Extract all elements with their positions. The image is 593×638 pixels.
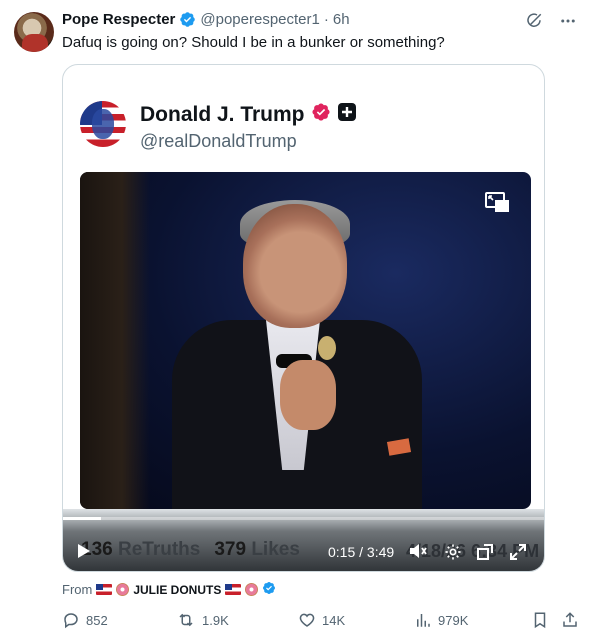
author-name[interactable]: Pope Respecter <box>62 11 175 28</box>
source-prefix: From <box>62 582 93 597</box>
play-icon[interactable] <box>77 543 91 564</box>
us-flag-icon <box>96 584 113 595</box>
grok-icon[interactable] <box>525 12 543 30</box>
post-time[interactable]: 6h <box>333 11 350 28</box>
control-row: 4/18/26 6:34 PM 0:15 / 3:49 <box>73 539 539 563</box>
volume-icon[interactable] <box>409 543 427 559</box>
embed-author: Donald J. Trump <box>140 102 357 128</box>
action-bar: 852 1.9K 14K 979K <box>62 611 582 633</box>
top-actions <box>525 12 577 30</box>
repost-icon <box>176 611 196 629</box>
video-scrubber[interactable] <box>63 517 544 520</box>
truth-verified-icon <box>311 102 331 128</box>
embed-avatar <box>80 101 126 147</box>
elapsed-time: 0:15 <box>328 544 356 560</box>
source-line: From JULIE DONUTS <box>62 581 276 598</box>
verified-badge-icon <box>262 581 276 598</box>
video-player[interactable] <box>80 172 531 509</box>
poster-avatar[interactable] <box>14 12 54 52</box>
settings-icon[interactable] <box>444 543 462 561</box>
source-account[interactable]: JULIE DONUTS <box>133 583 221 597</box>
video-time: 0:15 / 3:49 <box>328 544 394 560</box>
author-handle[interactable]: @poperespecter1 <box>200 11 319 28</box>
verified-badge-icon[interactable] <box>179 11 196 28</box>
reply-button[interactable]: 852 <box>62 611 108 629</box>
post-header: Pope Respecter @poperespecter1 · 6h <box>62 11 350 28</box>
embed-author-name: Donald J. Trump <box>140 103 305 126</box>
repost-count: 1.9K <box>202 612 229 628</box>
picture-in-picture-icon[interactable] <box>485 192 509 212</box>
views-icon <box>414 611 432 629</box>
separator-dot: · <box>323 11 329 28</box>
bookmark-button[interactable] <box>532 611 548 629</box>
heart-icon <box>298 611 316 629</box>
video-controls: 136 ReTruths 379 Likes 4/18/26 6:34 PM 0… <box>63 509 544 571</box>
embedded-truth-card[interactable]: Donald J. Trump @realDonaldTrump 136 ReT… <box>62 64 545 572</box>
donut-icon <box>245 583 259 596</box>
like-button[interactable]: 14K <box>298 611 345 629</box>
plus-icon <box>337 102 357 128</box>
fullscreen-icon[interactable] <box>476 543 494 561</box>
more-icon[interactable] <box>559 12 577 30</box>
duration: 3:49 <box>366 544 395 560</box>
reply-icon <box>62 611 80 629</box>
us-flag-icon <box>225 584 242 595</box>
reply-count: 852 <box>86 612 108 628</box>
share-button[interactable] <box>561 611 579 629</box>
donut-icon <box>116 583 130 596</box>
views-button[interactable]: 979K <box>414 611 468 629</box>
repost-button[interactable]: 1.9K <box>176 611 229 629</box>
embed-handle: @realDonaldTrump <box>140 131 297 151</box>
video-progress <box>63 517 102 520</box>
like-count: 14K <box>322 612 346 628</box>
post-text: Dafuq is going on? Should I be in a bunk… <box>62 34 445 51</box>
time-separator: / <box>359 544 364 560</box>
share-icon <box>561 611 579 629</box>
views-count: 979K <box>438 612 469 628</box>
bookmark-icon <box>532 611 548 629</box>
expand-icon[interactable] <box>509 543 527 561</box>
